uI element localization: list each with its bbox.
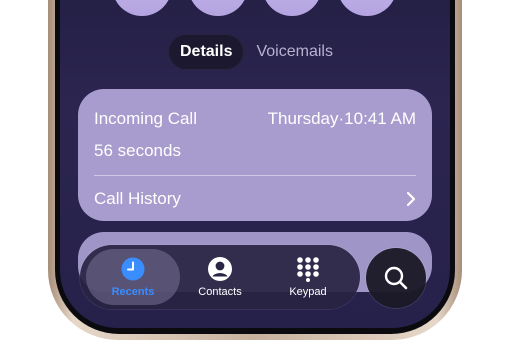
search-button[interactable] (366, 248, 426, 308)
phone-screen: Details Voicemails Incoming Call Thursda… (60, 0, 450, 328)
tab-recents[interactable]: Recents (86, 249, 180, 305)
tab-keypad-label: Keypad (289, 286, 327, 298)
call-details-card: Incoming Call Thursday·10:41 AM 56 secon… (78, 89, 432, 221)
call-day: Thursday (267, 109, 339, 128)
call-history-row[interactable]: Call History (78, 176, 432, 221)
tab-keypad[interactable]: Keypad (268, 249, 348, 305)
avatar[interactable] (112, 0, 172, 16)
tab-contacts-label: Contacts (198, 286, 242, 298)
avatar[interactable] (188, 0, 248, 16)
tab-bar: Recents Contacts Keypad (80, 245, 360, 309)
keypad-icon (297, 257, 319, 282)
clock-icon (121, 257, 145, 281)
chevron-right-icon (406, 191, 416, 206)
call-type: Incoming Call (94, 109, 197, 128)
call-datetime: Thursday·10:41 AM (268, 109, 416, 129)
call-time: 10:41 AM (344, 109, 416, 128)
contact-avatars (60, 0, 450, 20)
person-icon (208, 257, 232, 281)
segmented-control: Details Voicemails (168, 34, 345, 70)
call-history-label: Call History (94, 188, 181, 208)
avatar[interactable] (262, 0, 322, 16)
tab-contacts[interactable]: Contacts (180, 249, 260, 305)
call-duration: 56 seconds (94, 141, 181, 160)
segment-details[interactable]: Details (168, 34, 245, 70)
search-icon (384, 266, 408, 290)
avatar[interactable] (337, 0, 397, 16)
segment-voicemails[interactable]: Voicemails (244, 34, 344, 70)
tab-recents-label: Recents (111, 286, 155, 298)
